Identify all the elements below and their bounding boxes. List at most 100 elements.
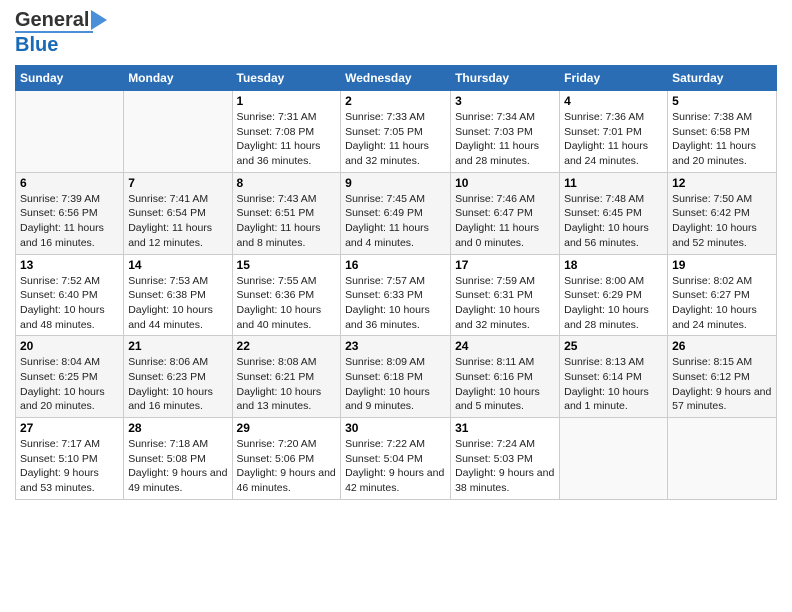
day-number: 12 [672, 176, 772, 190]
calendar-header-monday: Monday [124, 66, 232, 91]
day-info: Sunrise: 8:02 AM Sunset: 6:27 PM Dayligh… [672, 274, 772, 333]
day-info: Sunrise: 7:22 AM Sunset: 5:04 PM Dayligh… [345, 437, 446, 496]
calendar-cell: 22Sunrise: 8:08 AM Sunset: 6:21 PM Dayli… [232, 336, 341, 418]
calendar-cell: 1 Sunrise: 7:31 AM Sunset: 7:08 PM Daylig… [232, 91, 341, 173]
calendar-cell: 21 Sunrise: 8:06 AM Sunset: 6:23 PM Dayli… [124, 336, 232, 418]
day-info: Sunrise: 7:43 AM Sunset: 6:51 PM Dayligh… [237, 192, 337, 251]
day-info: Sunrise: 7:45 AM Sunset: 6:49 PM Dayligh… [345, 192, 446, 251]
day-number: 14 [128, 258, 227, 272]
day-info: Sunrise: 8:06 AM Sunset: 6:23 PM Dayligh… [128, 355, 227, 414]
calendar-cell: 11 Sunrise: 7:48 AM Sunset: 6:45 PM Dayli… [560, 172, 668, 254]
day-info: Sunrise: 7:33 AM Sunset: 7:05 PM Dayligh… [345, 110, 446, 169]
calendar-week-row: 6Sunrise: 7:39 AM Sunset: 6:56 PM Daylig… [16, 172, 777, 254]
day-info: Sunrise: 7:59 AM Sunset: 6:31 PM Dayligh… [455, 274, 555, 333]
day-number: 9 [345, 176, 446, 190]
calendar-week-row: 13 Sunrise: 7:52 AM Sunset: 6:40 PM Dayli… [16, 254, 777, 336]
calendar-cell: 26 Sunrise: 8:15 AM Sunset: 6:12 PM Dayli… [668, 336, 777, 418]
day-number: 15 [237, 258, 337, 272]
calendar-header-thursday: Thursday [451, 66, 560, 91]
calendar-cell [16, 91, 124, 173]
calendar-cell: 9 Sunrise: 7:45 AM Sunset: 6:49 PM Daylig… [341, 172, 451, 254]
day-number: 5 [672, 94, 772, 108]
calendar-cell: 3Sunrise: 7:34 AM Sunset: 7:03 PM Daylig… [451, 91, 560, 173]
day-info: Sunrise: 7:18 AM Sunset: 5:08 PM Dayligh… [128, 437, 227, 496]
calendar-cell: 6Sunrise: 7:39 AM Sunset: 6:56 PM Daylig… [16, 172, 124, 254]
day-number: 31 [455, 421, 555, 435]
day-info: Sunrise: 7:20 AM Sunset: 5:06 PM Dayligh… [237, 437, 337, 496]
calendar-cell [124, 91, 232, 173]
calendar-header-saturday: Saturday [668, 66, 777, 91]
day-number: 13 [20, 258, 119, 272]
page: General Blue SundayMondayTuesdayWednesda… [0, 0, 792, 515]
calendar-cell: 10 Sunrise: 7:46 AM Sunset: 6:47 PM Dayli… [451, 172, 560, 254]
logo-arrow-icon [91, 10, 107, 30]
day-info: Sunrise: 7:24 AM Sunset: 5:03 PM Dayligh… [455, 437, 555, 496]
calendar-week-row: 27Sunrise: 7:17 AM Sunset: 5:10 PM Dayli… [16, 418, 777, 500]
day-info: Sunrise: 8:04 AM Sunset: 6:25 PM Dayligh… [20, 355, 119, 414]
day-info: Sunrise: 8:11 AM Sunset: 6:16 PM Dayligh… [455, 355, 555, 414]
calendar-cell: 7 Sunrise: 7:41 AM Sunset: 6:54 PM Daylig… [124, 172, 232, 254]
calendar-cell: 31 Sunrise: 7:24 AM Sunset: 5:03 PM Dayli… [451, 418, 560, 500]
calendar-cell: 20Sunrise: 8:04 AM Sunset: 6:25 PM Dayli… [16, 336, 124, 418]
calendar-cell: 18Sunrise: 8:00 AM Sunset: 6:29 PM Dayli… [560, 254, 668, 336]
calendar-cell: 8 Sunrise: 7:43 AM Sunset: 6:51 PM Daylig… [232, 172, 341, 254]
calendar-cell [668, 418, 777, 500]
day-number: 26 [672, 339, 772, 353]
calendar-cell: 14 Sunrise: 7:53 AM Sunset: 6:38 PM Dayli… [124, 254, 232, 336]
logo: General Blue [15, 10, 107, 57]
day-number: 17 [455, 258, 555, 272]
day-number: 6 [20, 176, 119, 190]
day-number: 23 [345, 339, 446, 353]
day-number: 29 [237, 421, 337, 435]
calendar-table: SundayMondayTuesdayWednesdayThursdayFrid… [15, 65, 777, 500]
calendar-header-friday: Friday [560, 66, 668, 91]
calendar-cell: 13 Sunrise: 7:52 AM Sunset: 6:40 PM Dayli… [16, 254, 124, 336]
calendar-week-row: 1 Sunrise: 7:31 AM Sunset: 7:08 PM Daylig… [16, 91, 777, 173]
day-info: Sunrise: 7:46 AM Sunset: 6:47 PM Dayligh… [455, 192, 555, 251]
day-info: Sunrise: 7:52 AM Sunset: 6:40 PM Dayligh… [20, 274, 119, 333]
day-number: 16 [345, 258, 446, 272]
day-number: 28 [128, 421, 227, 435]
header: General Blue [15, 10, 777, 57]
calendar-week-row: 20Sunrise: 8:04 AM Sunset: 6:25 PM Dayli… [16, 336, 777, 418]
calendar-header-row: SundayMondayTuesdayWednesdayThursdayFrid… [16, 66, 777, 91]
calendar-cell: 25Sunrise: 8:13 AM Sunset: 6:14 PM Dayli… [560, 336, 668, 418]
day-number: 10 [455, 176, 555, 190]
calendar-cell: 17 Sunrise: 7:59 AM Sunset: 6:31 PM Dayli… [451, 254, 560, 336]
day-number: 1 [237, 94, 337, 108]
day-info: Sunrise: 7:41 AM Sunset: 6:54 PM Dayligh… [128, 192, 227, 251]
calendar-cell: 15 Sunrise: 7:55 AM Sunset: 6:36 PM Dayli… [232, 254, 341, 336]
logo-general: General [15, 10, 89, 30]
day-number: 11 [564, 176, 663, 190]
day-number: 24 [455, 339, 555, 353]
calendar-cell: 27Sunrise: 7:17 AM Sunset: 5:10 PM Dayli… [16, 418, 124, 500]
calendar-header-sunday: Sunday [16, 66, 124, 91]
day-info: Sunrise: 8:08 AM Sunset: 6:21 PM Dayligh… [237, 355, 337, 414]
calendar-cell [560, 418, 668, 500]
day-number: 27 [20, 421, 119, 435]
logo-blue: Blue [15, 34, 58, 57]
calendar-header-wednesday: Wednesday [341, 66, 451, 91]
calendar-cell: 16Sunrise: 7:57 AM Sunset: 6:33 PM Dayli… [341, 254, 451, 336]
calendar-cell: 4Sunrise: 7:36 AM Sunset: 7:01 PM Daylig… [560, 91, 668, 173]
calendar-header-tuesday: Tuesday [232, 66, 341, 91]
day-info: Sunrise: 7:53 AM Sunset: 6:38 PM Dayligh… [128, 274, 227, 333]
calendar-cell: 5Sunrise: 7:38 AM Sunset: 6:58 PM Daylig… [668, 91, 777, 173]
day-number: 19 [672, 258, 772, 272]
day-info: Sunrise: 8:15 AM Sunset: 6:12 PM Dayligh… [672, 355, 772, 414]
day-number: 7 [128, 176, 227, 190]
calendar-cell: 19 Sunrise: 8:02 AM Sunset: 6:27 PM Dayli… [668, 254, 777, 336]
day-info: Sunrise: 8:09 AM Sunset: 6:18 PM Dayligh… [345, 355, 446, 414]
day-info: Sunrise: 8:13 AM Sunset: 6:14 PM Dayligh… [564, 355, 663, 414]
day-info: Sunrise: 7:48 AM Sunset: 6:45 PM Dayligh… [564, 192, 663, 251]
day-info: Sunrise: 7:50 AM Sunset: 6:42 PM Dayligh… [672, 192, 772, 251]
day-number: 2 [345, 94, 446, 108]
day-number: 8 [237, 176, 337, 190]
day-number: 21 [128, 339, 227, 353]
day-number: 4 [564, 94, 663, 108]
calendar-cell: 2 Sunrise: 7:33 AM Sunset: 7:05 PM Daylig… [341, 91, 451, 173]
day-info: Sunrise: 7:34 AM Sunset: 7:03 PM Dayligh… [455, 110, 555, 169]
day-info: Sunrise: 7:31 AM Sunset: 7:08 PM Dayligh… [237, 110, 337, 169]
day-info: Sunrise: 7:55 AM Sunset: 6:36 PM Dayligh… [237, 274, 337, 333]
day-number: 18 [564, 258, 663, 272]
